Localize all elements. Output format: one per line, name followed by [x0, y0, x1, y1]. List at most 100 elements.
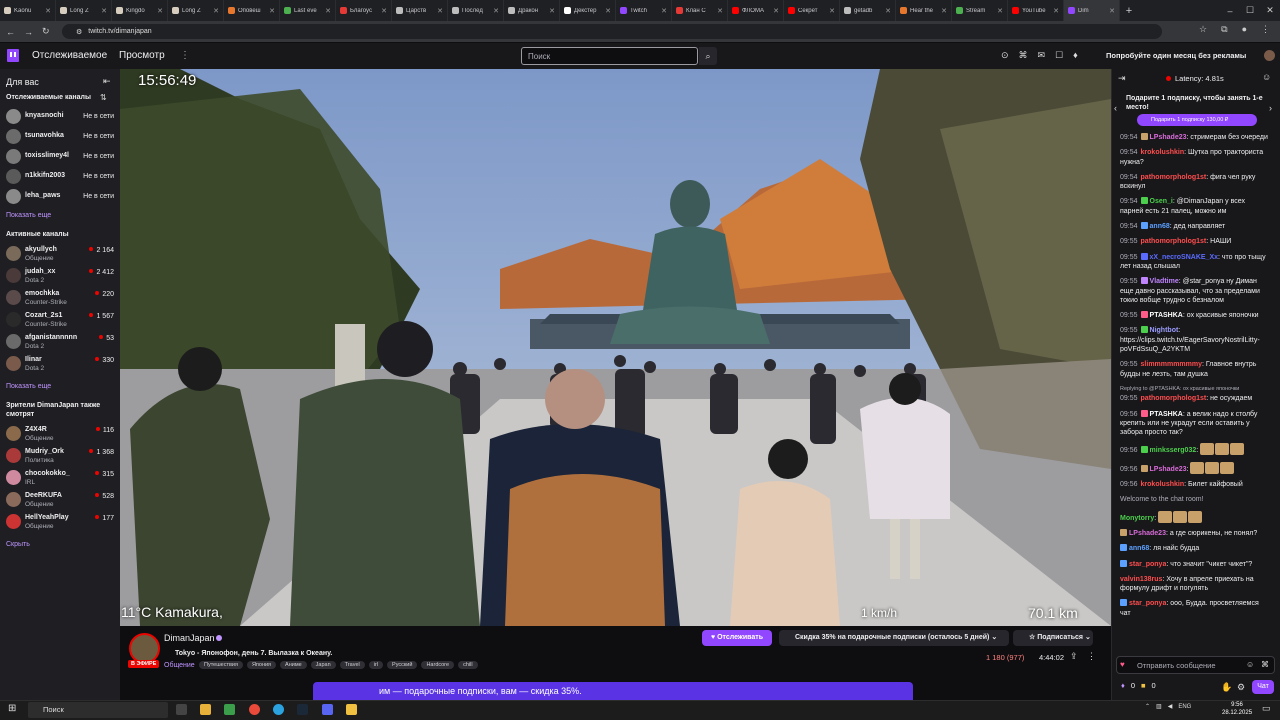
chat-emote-icon[interactable] [1158, 510, 1173, 523]
chat-emote-icon[interactable] [1173, 510, 1188, 523]
chat-emote-icon[interactable] [1205, 461, 1220, 474]
taskbar-clock[interactable]: 9:56 28.12.2025 [1222, 701, 1252, 717]
chat-emote-icon[interactable] [1200, 443, 1215, 456]
chrome-icon[interactable] [249, 704, 260, 715]
extensions-icon[interactable]: ⧉ [1221, 24, 1227, 35]
tab-close-icon[interactable]: ✕ [269, 7, 275, 15]
stream-tag[interactable]: Япония [246, 661, 277, 669]
tab-close-icon[interactable]: ✕ [829, 7, 835, 15]
inbox-icon[interactable]: ✉ [1038, 50, 1046, 61]
prime-loot-icon[interactable]: ⌘ [1019, 50, 1028, 61]
sidebar-channel[interactable]: n1kkifn2003 Не в сети [6, 168, 116, 186]
browser-tab[interactable]: Благоус ✕ [336, 0, 392, 21]
tab-close-icon[interactable]: ✕ [1053, 7, 1059, 15]
follow-button[interactable]: ♥ Отслеживать [702, 630, 772, 646]
chat-username[interactable]: slimmmmmmmmy [1141, 361, 1202, 368]
new-tab-button[interactable]: + [1120, 5, 1138, 17]
chat-emote-icon[interactable] [1230, 443, 1245, 456]
collapse-chat-icon[interactable]: ⇥ [1118, 73, 1126, 84]
chat-username[interactable]: minksserg032 [1150, 447, 1197, 454]
sidebar-channel[interactable]: leha_paws Не в сети [6, 188, 116, 206]
gift-subs-offer-button[interactable]: Скидка 35% на подарочные подписки (остал… [779, 630, 1009, 646]
discord-icon[interactable] [322, 704, 333, 715]
sidebar-channel[interactable]: Cozart_2s1 Counter-Strike 1 567 [6, 311, 116, 329]
tab-close-icon[interactable]: ✕ [101, 7, 107, 15]
tab-close-icon[interactable]: ✕ [997, 7, 1003, 15]
chat-username[interactable]: LPshade23 [1129, 530, 1166, 537]
chat-username[interactable]: LPshade23 [1150, 466, 1187, 473]
points-icon[interactable]: ■ [1141, 681, 1146, 690]
chat-username[interactable]: PTASHKA [1150, 411, 1183, 418]
stream-tag[interactable]: Путешествия [199, 661, 243, 669]
tab-close-icon[interactable]: ✕ [325, 7, 331, 15]
chat-emote-icon[interactable] [1188, 510, 1203, 523]
tab-close-icon[interactable]: ✕ [493, 7, 499, 15]
language-indicator[interactable]: ENG [1178, 704, 1191, 710]
chat-username[interactable]: krokolushkin [1141, 149, 1185, 156]
stream-tag[interactable]: chill [458, 661, 478, 669]
show-more-followed[interactable]: Показать еще [6, 212, 51, 219]
browser-tab[interactable]: Long Z ✕ [168, 0, 224, 21]
browser-tab[interactable]: ФЛОМА ✕ [728, 0, 784, 21]
chat-emote-icon[interactable] [1215, 443, 1230, 456]
tray-up-icon[interactable]: ⌃ [1145, 703, 1150, 710]
chat-settings-hands-icon[interactable]: ✋ [1221, 682, 1232, 693]
sidebar-channel[interactable]: HellYeahPlay Общение 177 [6, 513, 116, 531]
browser-tab[interactable]: Twitch ✕ [616, 0, 672, 21]
chat-username[interactable]: Nightbot [1150, 327, 1179, 334]
steam-icon[interactable] [297, 704, 308, 715]
tab-close-icon[interactable]: ✕ [941, 7, 947, 15]
nav-browse[interactable]: Просмотр [119, 50, 165, 61]
sort-icon[interactable]: ⇅ [100, 93, 107, 102]
chat-username[interactable]: valvin138rus [1120, 576, 1162, 583]
chat-settings-icon[interactable]: ⚙ [1237, 682, 1245, 693]
stream-tag[interactable]: Аниме [280, 661, 307, 669]
chat-username[interactable]: krokolushkin [1141, 481, 1185, 488]
hide-link[interactable]: Скрыть [6, 541, 30, 548]
bits-icon[interactable]: ♦ [1073, 50, 1078, 61]
tab-close-icon[interactable]: ✕ [1109, 7, 1115, 15]
browser-tab[interactable]: Декстер ✕ [560, 0, 616, 21]
show-more-active[interactable]: Показать еще [6, 383, 51, 390]
chat-username[interactable]: star_ponya [1129, 561, 1166, 568]
sidebar-channel[interactable]: chocokokko_ IRL 315 [6, 469, 116, 487]
minimize-icon[interactable]: – [1220, 6, 1240, 16]
chat-username[interactable]: LPshade23 [1150, 134, 1187, 141]
app-icon[interactable] [346, 704, 357, 715]
carousel-next-icon[interactable]: › [1269, 103, 1272, 113]
chat-username[interactable]: pathomorpholog1st [1141, 238, 1207, 245]
browser-tab[interactable]: Послед ✕ [448, 0, 504, 21]
tab-close-icon[interactable]: ✕ [437, 7, 443, 15]
tab-close-icon[interactable]: ✕ [661, 7, 667, 15]
sidebar-channel[interactable]: knyasnochi Не в сети [6, 108, 116, 126]
prime-offer-button[interactable]: Попробуйте один месяц без рекламы [1106, 51, 1246, 60]
notifications-icon[interactable]: ▭ [1262, 703, 1271, 714]
url-field[interactable]: ⚙ twitch.tv/dimanjapan [62, 24, 1162, 39]
tab-close-icon[interactable]: ✕ [549, 7, 555, 15]
close-window-icon[interactable]: ✕ [1260, 5, 1280, 16]
sidebar-channel[interactable]: Z4X4R Общение 116 [6, 425, 116, 443]
sidebar-channel[interactable]: tsunavohka Не в сети [6, 128, 116, 146]
tab-close-icon[interactable]: ✕ [213, 7, 219, 15]
sidebar-channel[interactable]: toxisslimey4l Не в сети [6, 148, 116, 166]
search-icon[interactable]: ⌕ [699, 47, 717, 65]
chat-username[interactable]: star_ponya [1129, 600, 1166, 607]
search-input[interactable]: Поиск [521, 47, 698, 65]
chat-username[interactable]: PTASHKA [1150, 312, 1183, 319]
bookmark-star-icon[interactable]: ☆ [1199, 24, 1207, 35]
browser-tab[interactable]: Секрет ✕ [784, 0, 840, 21]
browser-tab[interactable]: Hear the ✕ [896, 0, 952, 21]
back-icon[interactable]: ← [6, 27, 15, 37]
browser-menu-icon[interactable]: ⋮ [1261, 24, 1270, 35]
browser-tab[interactable]: Long Z ✕ [56, 0, 112, 21]
taskbar-search[interactable]: Поиск [28, 702, 168, 718]
gift-subscription-button[interactable]: Подарить 1 подписку 130,00 ₽ [1137, 114, 1257, 126]
sidebar-channel[interactable]: Mudriy_Ork Политика 1 368 [6, 447, 116, 465]
browser-tab[interactable]: Stream ✕ [952, 0, 1008, 21]
browser-tab[interactable]: Kingdo ✕ [112, 0, 168, 21]
subscribe-button[interactable]: ☆ Подписаться ⌄ [1013, 630, 1093, 646]
telegram-icon[interactable] [273, 704, 284, 715]
browser-tab[interactable]: getadb ✕ [840, 0, 896, 21]
nav-following[interactable]: Отслеживаемое [32, 50, 107, 61]
user-avatar[interactable] [1264, 50, 1275, 61]
